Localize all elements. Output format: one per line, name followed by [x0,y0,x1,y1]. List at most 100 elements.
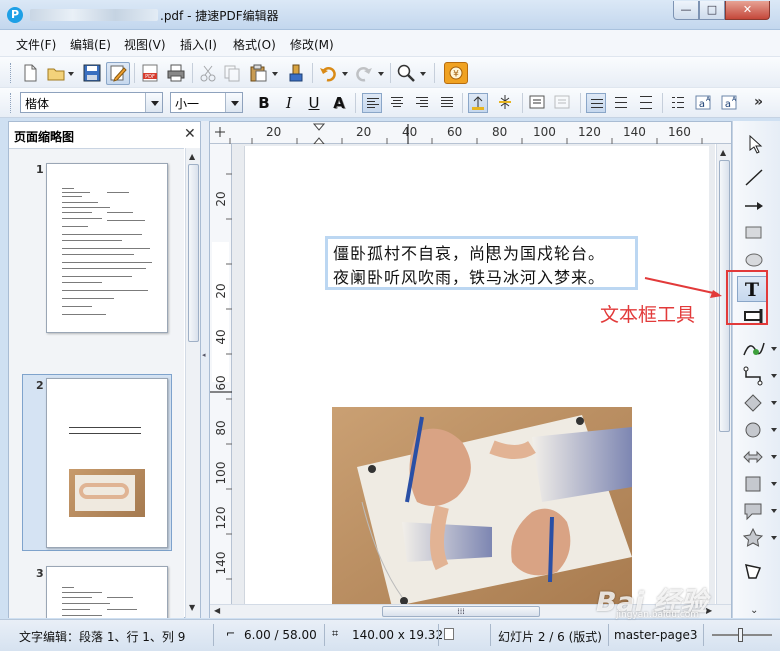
valign-top-icon[interactable] [468,93,488,113]
bullet-list-icon[interactable] [528,93,548,113]
format-painter-icon[interactable] [286,63,306,83]
undo-icon[interactable] [318,63,338,83]
zoom-icon[interactable] [396,63,416,83]
valign-center-icon[interactable] [496,93,516,113]
align-left-icon[interactable] [362,93,382,113]
thumbnail-scrollbar[interactable]: ▲ ▼ [185,148,200,618]
chevron-down-icon[interactable] [771,455,777,459]
star-icon[interactable] [741,527,777,549]
minimize-button[interactable]: — [673,1,699,20]
new-document-icon[interactable] [20,63,40,83]
line-spacing-medium-icon[interactable] [611,93,631,113]
numbered-list-icon[interactable] [553,93,573,113]
scrollbar-thumb[interactable] [188,164,199,342]
callout-icon[interactable] [741,500,777,522]
align-justify-icon[interactable] [437,93,457,113]
line-tool-icon[interactable] [741,167,767,189]
menu-format[interactable]: 格式(O) [233,36,276,53]
toolbar-grip[interactable] [10,63,13,83]
scrollbar-thumb[interactable]: ⁞⁞⁞ [382,606,540,617]
decrease-font-icon[interactable]: aA [720,93,740,113]
line-spacing-double-icon[interactable] [636,93,656,113]
align-center-icon[interactable] [387,93,407,113]
paste-icon[interactable] [248,63,268,83]
toolbar-grip[interactable] [10,93,13,113]
double-arrow-icon[interactable] [741,446,777,468]
thumbnail-page-1[interactable] [46,163,168,333]
text-box[interactable]: 僵卧孤村不自哀，尚思为国戍轮台。 夜阑卧听风吹雨，铁马冰河入梦来。 [325,236,638,290]
document-image[interactable] [332,407,632,604]
copy-icon[interactable] [222,63,242,83]
underline-button[interactable]: U [304,93,324,113]
document-canvas[interactable]: 僵卧孤村不自哀，尚思为国戍轮台。 夜阑卧听风吹雨，铁马冰河入梦来。 [232,144,715,604]
toolbar-overflow-icon[interactable]: » [754,94,763,110]
open-folder-icon[interactable] [46,63,66,83]
menu-edit[interactable]: 编辑(E) [70,36,111,53]
menu-view[interactable]: 视图(V) [124,36,166,53]
status-separator [703,624,704,646]
collapse-pane-icon[interactable]: ◂ [202,351,206,359]
scroll-up-icon[interactable]: ▲ [720,148,726,157]
maximize-button[interactable]: □ [699,1,725,20]
bold-button[interactable]: B [254,93,274,113]
save-icon[interactable] [82,63,102,83]
chevron-down-icon[interactable] [420,72,426,76]
scroll-up-icon[interactable]: ▲ [189,152,195,161]
poem-line-1[interactable]: 僵卧孤村不自哀，尚思为国戍轮台。 [333,240,605,264]
chevron-down-icon[interactable] [225,93,242,112]
thumbnail-page-3[interactable] [46,566,168,618]
menu-file[interactable]: 文件(F) [16,36,56,53]
chevron-down-icon[interactable] [771,536,777,540]
select-arrow-icon[interactable] [741,133,767,155]
increase-font-icon[interactable]: aA [694,93,714,113]
diamond-shape-icon[interactable] [741,392,777,414]
scroll-down-icon[interactable]: ▼ [189,603,195,612]
poem-line-2[interactable]: 夜阑卧听风吹雨，铁马冰河入梦来。 [333,264,605,288]
chevron-down-icon[interactable] [771,428,777,432]
arrow-line-tool-icon[interactable] [741,195,767,217]
ellipse-tool-icon[interactable] [741,249,767,271]
paragraph-list-icon[interactable] [668,93,688,113]
ruler-label: 80 [214,420,228,436]
font-name-select[interactable]: 楷体 [20,92,163,113]
line-spacing-single-icon[interactable] [586,93,606,113]
menu-insert[interactable]: 插入(I) [180,36,217,53]
scroll-left-icon[interactable]: ◀ [214,606,220,615]
chevron-down-icon[interactable] [771,347,777,351]
connector-tool-icon[interactable] [741,365,777,387]
rectangle-tool-icon[interactable] [741,222,767,244]
redo-icon[interactable] [354,63,374,83]
chevron-down-icon[interactable] [272,72,278,76]
curve-tool-icon[interactable] [741,338,777,360]
font-size-select[interactable]: 小一 [170,92,243,113]
align-right-icon[interactable] [412,93,432,113]
chevron-down-icon[interactable] [771,374,777,378]
close-pane-icon[interactable]: ✕ [184,126,196,142]
close-window-button[interactable]: ✕ [725,1,770,20]
circle-shape-icon[interactable] [741,419,777,441]
font-name-value: 楷体 [25,97,50,111]
square-shape-icon[interactable] [741,473,777,495]
italic-button[interactable]: I [279,93,299,113]
chevron-down-icon[interactable] [342,72,348,76]
vip-coin-icon[interactable]: ¥ [444,62,468,84]
polygon-tool-icon[interactable] [741,560,767,582]
cut-icon[interactable] [198,63,218,83]
zoom-slider-handle[interactable] [738,628,743,642]
shadow-button[interactable]: A [329,93,349,113]
document-vertical-scrollbar[interactable]: ▲ [716,144,731,604]
print-icon[interactable] [166,63,186,83]
thumbnail-page-2[interactable] [46,378,168,548]
export-pdf-icon[interactable]: PDF [140,63,160,83]
chevron-down-icon[interactable] [771,482,777,486]
thumbnail-list[interactable]: 1 2 3 [9,148,184,618]
edit-mode-icon[interactable] [106,62,130,85]
chevron-down-icon[interactable] [771,401,777,405]
menu-modify[interactable]: 修改(M) [290,36,334,53]
chevron-down-icon[interactable] [378,72,384,76]
pane-splitter[interactable]: ◂ [201,121,209,618]
document-page[interactable]: 僵卧孤村不自哀，尚思为国戍轮台。 夜阑卧听风吹雨，铁马冰河入梦来。 [244,146,709,604]
chevron-down-icon[interactable] [145,93,162,112]
chevron-down-icon[interactable] [771,509,777,513]
chevron-down-icon[interactable] [68,72,74,76]
